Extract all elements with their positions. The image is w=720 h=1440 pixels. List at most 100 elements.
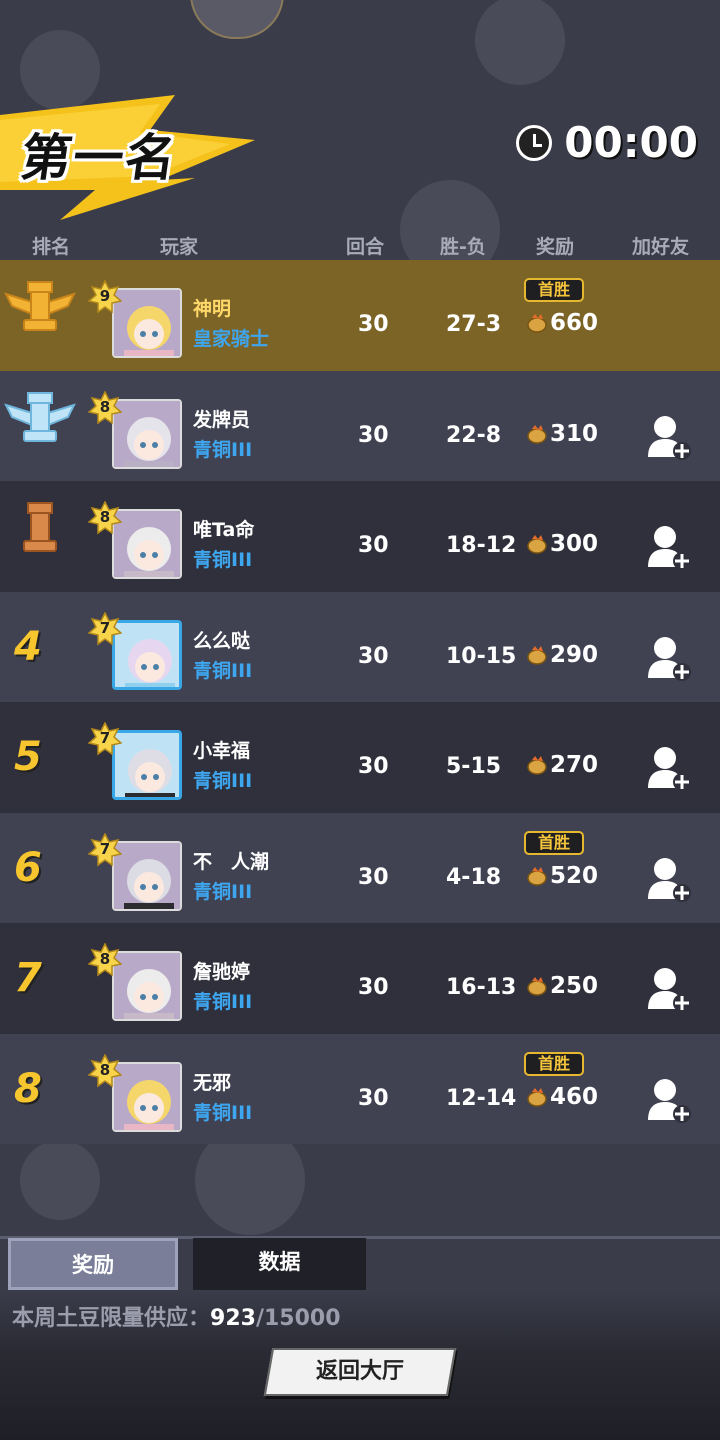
win-loss-value: 4-18 <box>446 864 502 890</box>
back-to-lobby-button[interactable]: 返回大厅 <box>263 1348 457 1396</box>
level-value: 7 <box>99 729 111 747</box>
player-tier: 青铜III <box>193 438 253 461</box>
rounds-value: 30 <box>358 422 389 448</box>
table-row: 7 8 詹驰婷 青铜III 30 16-13 250 <box>0 923 720 1034</box>
win-loss-value: 10-15 <box>446 643 517 669</box>
tab-data[interactable]: 数据 <box>193 1238 366 1290</box>
table-row: 9 神明 皇家骑士 30 27-3 首胜 660 <box>0 260 720 371</box>
character-portrait <box>114 953 180 1019</box>
win-loss-value: 5-15 <box>446 754 502 779</box>
tab-reward[interactable]: 奖励 <box>8 1238 178 1290</box>
character-portrait <box>114 511 180 577</box>
level-value: 7 <box>99 618 111 637</box>
character-portrait <box>114 1063 180 1130</box>
potato-coin-icon <box>527 424 547 444</box>
character-portrait <box>114 400 180 467</box>
reward-value: 520 <box>550 862 599 889</box>
add-friend-icon[interactable] <box>644 1076 692 1124</box>
add-friend-icon[interactable] <box>644 634 692 682</box>
add-friend-icon[interactable] <box>644 523 692 571</box>
rank-number: 6 <box>14 844 42 891</box>
table-row: 5 7 小幸福 青铜III 30 5-15 270 <box>0 702 720 813</box>
level-value: 8 <box>99 950 111 968</box>
player-tier: 青铜III <box>193 1101 253 1124</box>
rounds-value: 30 <box>358 643 389 669</box>
table-row: 8 8 无邪 青铜III 30 12-14 首胜 460 <box>0 1033 720 1144</box>
reward: 250 <box>526 973 598 999</box>
avatar[interactable] <box>112 509 182 579</box>
player-tier: 青铜III <box>193 549 253 571</box>
reward: 660 <box>526 310 598 336</box>
avatar[interactable] <box>112 840 182 911</box>
level-badge: 7 <box>87 721 123 756</box>
player-tier: 青铜III <box>193 770 253 792</box>
back-to-lobby-label: 返回大厅 <box>315 1359 404 1384</box>
add-friend-icon[interactable] <box>644 855 692 903</box>
player-tier: 皇家骑士 <box>193 328 270 350</box>
reward: 520 <box>526 863 598 889</box>
rank-number: 7 <box>14 955 42 1001</box>
supply-current: 923 <box>210 1306 256 1331</box>
rank-number: 8 <box>14 1065 42 1112</box>
avatar[interactable] <box>112 951 182 1021</box>
rank-number: 5 <box>14 734 42 780</box>
win-loss-value: 18-12 <box>446 533 517 558</box>
win-loss-value: 16-13 <box>446 975 517 1000</box>
potato-coin-icon <box>527 866 547 886</box>
level-badge: 8 <box>87 942 123 977</box>
level-value: 8 <box>99 397 111 416</box>
avatar[interactable] <box>112 398 182 469</box>
player-name: 唯Ta命 <box>193 519 255 541</box>
reward: 300 <box>526 531 598 557</box>
rounds-value: 30 <box>358 1085 389 1111</box>
rank-number: 4 <box>14 623 42 670</box>
potato-coin-icon <box>527 756 547 775</box>
silver-rook-trophy-icon <box>4 391 76 442</box>
add-friend-icon[interactable] <box>644 413 692 461</box>
potato-coin-icon <box>527 314 547 333</box>
character-portrait <box>115 622 179 687</box>
reward: 290 <box>526 642 598 668</box>
ranking-list: 9 神明 皇家骑士 30 27-3 首胜 660 8 发牌员 青铜III 30 22-8 <box>0 260 720 1144</box>
add-friend-icon[interactable] <box>644 744 692 792</box>
avatar[interactable] <box>112 619 182 690</box>
rounds-value: 30 <box>358 312 389 337</box>
gold-rook-trophy-icon <box>4 281 76 331</box>
col-reward: 奖励 <box>536 236 575 258</box>
supply-label: 本周土豆限量供应： <box>12 1306 211 1331</box>
win-loss-value: 12-14 <box>446 1085 517 1111</box>
potato-coin-icon <box>527 977 547 996</box>
avatar[interactable] <box>112 730 182 800</box>
win-loss-value: 27-3 <box>446 312 502 337</box>
col-player: 玩家 <box>160 236 199 258</box>
table-row: 6 7 不 人潮 青铜III 30 4-18 首胜 520 <box>0 812 720 923</box>
reward-value: 300 <box>550 531 599 557</box>
table-row: 8 发牌员 青铜III 30 22-8 310 <box>0 370 720 481</box>
supply-total: /15000 <box>255 1306 341 1331</box>
player-tier: 青铜III <box>193 991 253 1013</box>
level-value: 7 <box>99 839 111 858</box>
reward: 460 <box>526 1084 598 1110</box>
rounds-value: 30 <box>358 533 389 558</box>
level-badge: 8 <box>87 389 123 425</box>
level-value: 9 <box>99 287 111 305</box>
rounds-value: 30 <box>358 754 389 779</box>
level-badge: 7 <box>87 610 123 646</box>
player-name: 不 人潮 <box>193 850 270 873</box>
player-name: 么么哒 <box>193 629 251 652</box>
level-value: 8 <box>99 508 111 526</box>
avatar[interactable] <box>112 288 182 358</box>
reward-value: 660 <box>550 310 599 336</box>
reward-value: 290 <box>550 641 599 668</box>
col-wl: 胜-负 <box>440 236 486 258</box>
table-header: 排名 玩家 回合 胜-负 奖励 加好友 <box>0 228 720 260</box>
player-name: 发牌员 <box>193 408 251 431</box>
col-rank: 排名 <box>32 236 71 258</box>
player-name: 神明 <box>193 298 232 320</box>
level-badge: 9 <box>87 279 123 314</box>
reward: 310 <box>526 421 598 447</box>
avatar[interactable] <box>112 1061 182 1132</box>
level-badge: 7 <box>87 831 123 867</box>
first-win-badge: 首胜 <box>524 830 584 855</box>
add-friend-icon[interactable] <box>644 965 692 1013</box>
